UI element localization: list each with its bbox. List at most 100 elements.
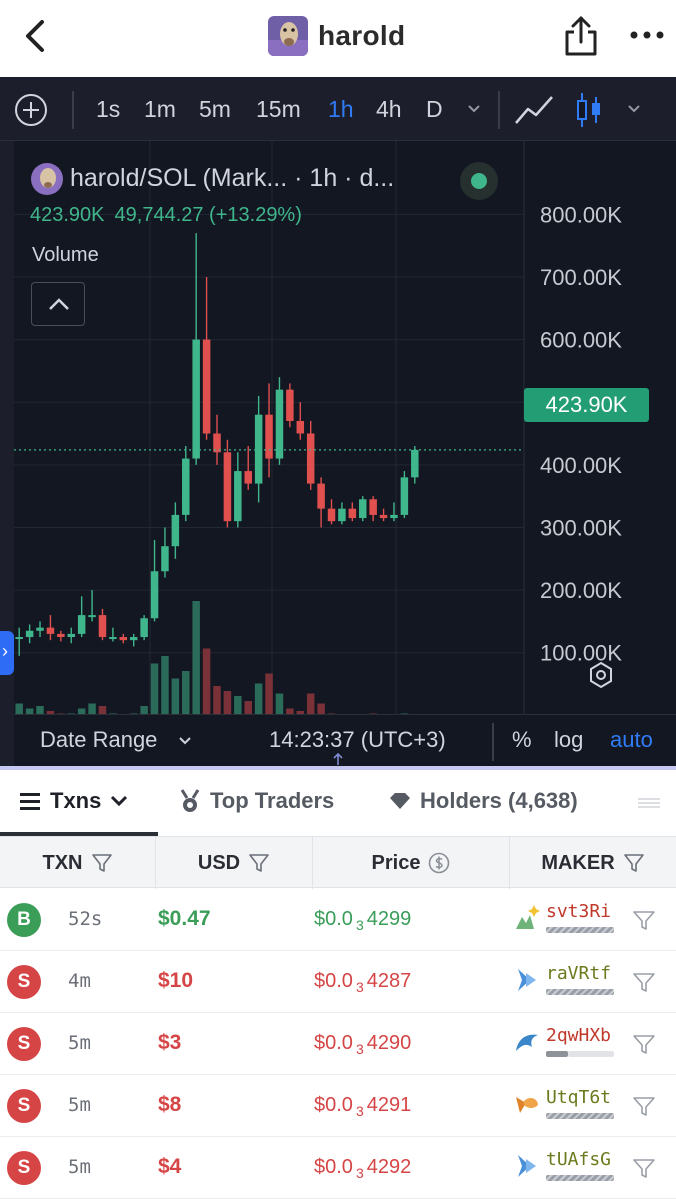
table-row[interactable]: S 5m $4 $0.0 3 4292 tUAfsG <box>0 1137 676 1199</box>
column-usd-label: USD <box>197 851 241 874</box>
filter-maker-icon[interactable] <box>632 971 656 993</box>
column-txn[interactable]: TXN <box>0 837 156 889</box>
candle-body <box>88 615 96 618</box>
table-row[interactable]: S 4m $10 $0.0 3 4287 raVRtf <box>0 951 676 1013</box>
candle-body <box>379 514 388 519</box>
candle-body <box>411 449 419 478</box>
table-row[interactable]: B 52s $0.47 $0.0 3 4299 svt3Ri <box>0 889 676 951</box>
date-range-button[interactable]: Date Range <box>40 727 157 753</box>
candle-body <box>25 630 34 638</box>
more-tabs-icon[interactable] <box>636 796 662 810</box>
legend-last-value: 423.90K <box>30 204 105 226</box>
chart-type-dropdown-icon[interactable] <box>626 101 642 117</box>
volume-bar <box>213 686 221 714</box>
add-indicator-icon[interactable] <box>14 93 48 127</box>
txn-usd: $0.47 <box>158 907 211 930</box>
chevron-down-icon <box>111 795 128 807</box>
volume-bar <box>317 703 325 714</box>
maker-address[interactable]: raVRtf <box>546 963 611 984</box>
tab-txns[interactable]: Txns <box>18 788 129 814</box>
timeframe-d[interactable]: D <box>426 96 443 123</box>
table-row[interactable]: S 5m $3 $0.0 3 4290 2qwHXb <box>0 1013 676 1075</box>
candle-body <box>338 508 346 522</box>
column-price[interactable]: Price <box>313 837 510 889</box>
candle-body <box>254 414 263 484</box>
filter-icon[interactable] <box>248 852 270 874</box>
sparkle-frog-icon <box>516 905 540 929</box>
auto-scale-toggle[interactable]: auto <box>610 727 653 753</box>
back-arrow-icon[interactable] <box>18 16 54 56</box>
y-tick-label: 200.00K <box>540 578 622 603</box>
medal-icon <box>180 789 200 812</box>
txn-age: 5m <box>68 1032 91 1054</box>
tab-top-traders[interactable]: Top Traders <box>178 788 334 814</box>
volume-bar <box>192 601 200 714</box>
timeframe-toolbar: 1s 1m 5m 15m 1h 4h D <box>0 77 676 141</box>
txn-price: $0.0 3 4292 <box>314 1156 412 1181</box>
tab-top-traders-label: Top Traders <box>210 788 335 813</box>
list-icon <box>20 793 40 810</box>
chart-clock[interactable]: 14:23:37 (UTC+3) <box>269 727 446 753</box>
candle-body <box>57 633 65 638</box>
tab-txns-label: Txns <box>50 788 102 813</box>
volume-bar <box>202 648 211 714</box>
tab-holders[interactable]: Holders (4,638) <box>388 788 578 814</box>
dollar-circle-icon[interactable] <box>428 852 450 874</box>
percent-scale-toggle[interactable]: % <box>512 727 532 753</box>
token-title: harold <box>268 14 405 58</box>
candle-body <box>400 477 409 515</box>
volume-bar <box>15 703 23 714</box>
last-price-tag: 423.90K <box>524 388 649 422</box>
share-icon[interactable] <box>562 14 600 58</box>
y-tick-label: 400.00K <box>540 453 622 478</box>
volume-bar <box>275 693 284 714</box>
data-tabs: Txns Top Traders Holders (4,638) <box>0 770 676 836</box>
filter-maker-icon[interactable] <box>632 1095 656 1117</box>
volume-bar <box>150 663 159 714</box>
candle-body <box>15 637 23 640</box>
chevron-up-icon <box>49 298 69 310</box>
timeframe-1s[interactable]: 1s <box>96 96 120 123</box>
timeframe-1m[interactable]: 1m <box>144 96 176 123</box>
maker-address[interactable]: UtqT6t <box>546 1087 611 1108</box>
column-txn-label: TXN <box>42 851 83 874</box>
toolbar-divider <box>72 91 74 129</box>
filter-maker-icon[interactable] <box>632 909 656 931</box>
candle-body <box>140 618 148 638</box>
collapse-legend-button[interactable] <box>31 282 85 326</box>
line-chart-icon[interactable] <box>514 93 554 127</box>
buy-badge: B <box>7 903 41 937</box>
maker-address[interactable]: svt3Ri <box>546 901 611 922</box>
txn-age: 5m <box>68 1156 91 1178</box>
column-usd[interactable]: USD <box>156 837 313 889</box>
filter-maker-icon[interactable] <box>632 1157 656 1179</box>
filter-icon[interactable] <box>623 852 645 874</box>
candle-body <box>46 627 55 634</box>
volume-bar <box>265 673 273 714</box>
table-row[interactable]: S 5m $8 $0.0 3 4291 UtqT6t <box>0 1075 676 1137</box>
sell-badge: S <box>7 1027 41 1061</box>
chart-settings-icon[interactable] <box>586 660 616 690</box>
more-options-icon[interactable] <box>630 28 664 42</box>
sell-badge: S <box>7 1089 41 1123</box>
timeframe-1h[interactable]: 1h <box>328 96 354 123</box>
column-maker[interactable]: MAKER <box>510 837 676 889</box>
maker-address[interactable]: 2qwHXb <box>546 1025 611 1046</box>
candle-body <box>182 458 190 515</box>
timeframe-dropdown-icon[interactable] <box>466 101 482 117</box>
log-scale-toggle[interactable]: log <box>554 727 583 753</box>
maker-address[interactable]: tUAfsG <box>546 1149 611 1170</box>
tab-holders-label: Holders (4,638) <box>420 788 578 813</box>
txn-price: $0.0 3 4291 <box>314 1094 412 1119</box>
candlestick-chart-icon[interactable] <box>574 91 604 129</box>
y-tick-label: 600.00K <box>540 328 622 353</box>
filter-icon[interactable] <box>91 852 113 874</box>
filter-maker-icon[interactable] <box>632 1033 656 1055</box>
candle-body <box>317 483 325 509</box>
timeframe-5m[interactable]: 5m <box>199 96 231 123</box>
volume-bar <box>254 683 263 714</box>
candle-body <box>119 637 128 641</box>
timeframe-4h[interactable]: 4h <box>376 96 402 123</box>
maker-activity-bar <box>546 1113 614 1119</box>
timeframe-15m[interactable]: 15m <box>256 96 301 123</box>
